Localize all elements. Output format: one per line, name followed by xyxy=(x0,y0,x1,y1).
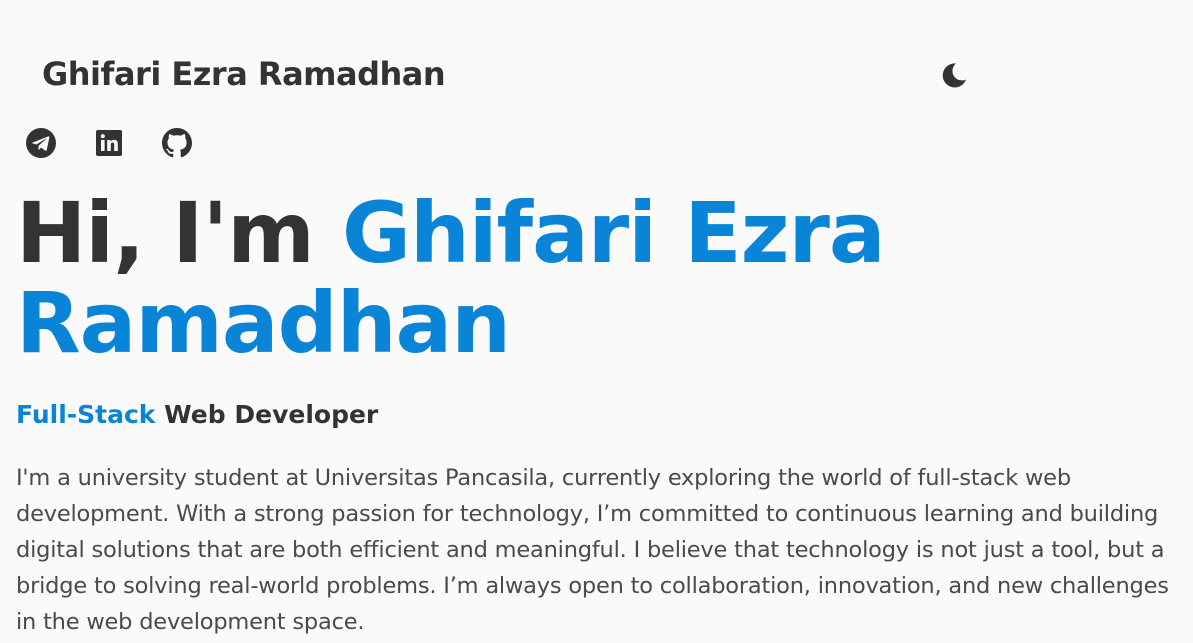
site-name-link[interactable]: Ghifari Ezra Ramadhan xyxy=(42,54,446,94)
telegram-icon xyxy=(26,128,56,158)
hero-greeting: Hi, I'm xyxy=(16,184,342,282)
bio-paragraph: I'm a university student at Universitas … xyxy=(16,465,1169,635)
role-highlight: Full-Stack xyxy=(16,400,156,429)
linkedin-icon xyxy=(96,130,122,156)
role-rest: Web Developer xyxy=(155,400,379,429)
github-link[interactable] xyxy=(160,126,194,160)
linkedin-link[interactable] xyxy=(92,126,126,160)
social-links xyxy=(24,126,194,160)
site-header: Ghifari Ezra Ramadhan xyxy=(0,0,1193,120)
role-title: Full-Stack Web Developer xyxy=(16,398,378,432)
hero-title: Hi, I'm Ghifari Ezra Ramadhan xyxy=(16,188,1176,368)
telegram-link[interactable] xyxy=(24,126,58,160)
theme-toggle-button[interactable] xyxy=(937,58,971,92)
github-icon xyxy=(162,128,192,158)
moon-icon xyxy=(942,63,966,88)
